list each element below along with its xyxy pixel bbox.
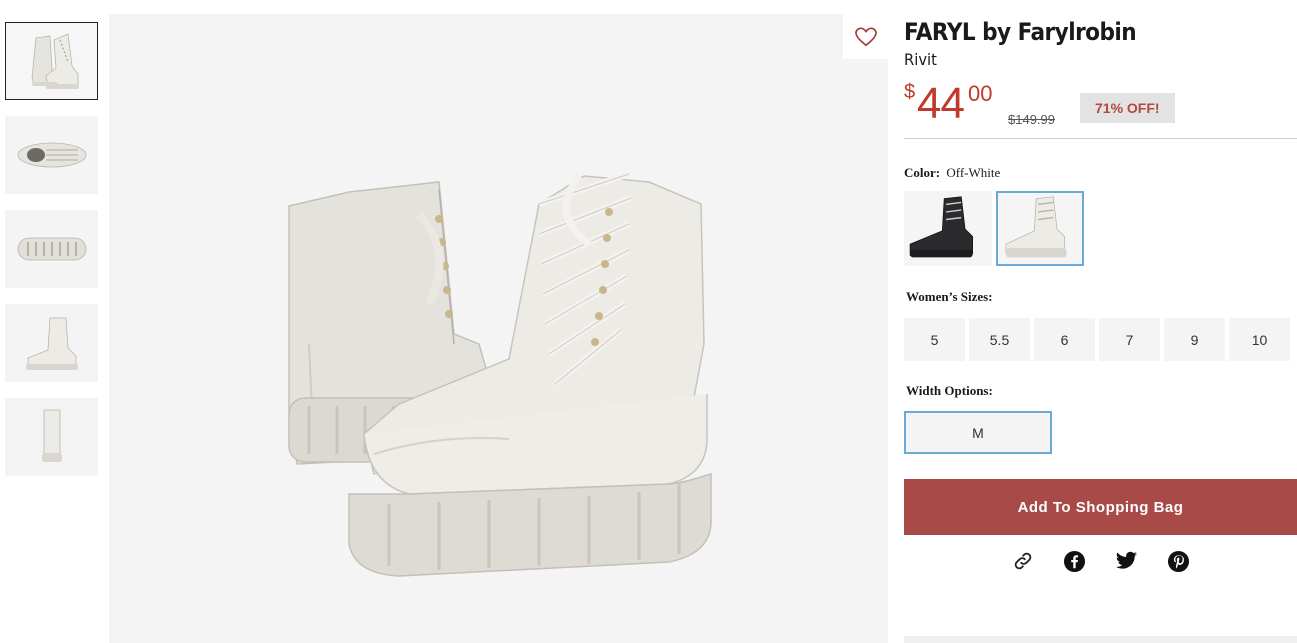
- pinterest-icon[interactable]: [1167, 549, 1191, 573]
- size-option[interactable]: 6: [1034, 318, 1095, 361]
- bottom-divider: [904, 636, 1297, 643]
- size-option[interactable]: 10: [1229, 318, 1290, 361]
- share-bar: [904, 549, 1297, 573]
- main-product-image[interactable]: [109, 14, 888, 643]
- size-option[interactable]: 9: [1164, 318, 1225, 361]
- add-to-bag-button[interactable]: Add To Shopping Bag: [904, 479, 1297, 535]
- thumbnail-4[interactable]: [5, 304, 98, 382]
- size-option[interactable]: 7: [1099, 318, 1160, 361]
- twitter-icon[interactable]: [1115, 549, 1139, 573]
- off-white-boot-swatch-image: [1005, 196, 1067, 258]
- boot-pair-image: [288, 171, 712, 577]
- size-option[interactable]: 5.5: [969, 318, 1030, 361]
- thumbnail-2[interactable]: [5, 116, 98, 194]
- product-details: FARYL by Farylrobin Rivit $ 44 00 $149.9…: [904, 18, 1297, 573]
- swatch-off-white[interactable]: [996, 191, 1084, 266]
- product-brand: FARYL by Farylrobin: [904, 18, 1137, 46]
- wishlist-button[interactable]: [843, 14, 888, 59]
- discount-badge: 71% OFF!: [1080, 93, 1175, 123]
- heart-icon: [854, 27, 877, 46]
- facebook-icon[interactable]: [1063, 549, 1087, 573]
- size-option[interactable]: 5: [904, 318, 965, 361]
- original-price: $149.99: [1008, 112, 1055, 127]
- swatch-black[interactable]: [904, 191, 992, 266]
- color-value: Off-White: [946, 165, 1001, 180]
- thumbnail-list: [5, 22, 98, 492]
- color-label: Color:: [904, 165, 941, 180]
- size-options: 5 5.5 6 7 9 10: [904, 318, 1297, 361]
- width-label: Width Options:: [906, 383, 993, 398]
- width-option[interactable]: M: [904, 411, 1052, 454]
- thumbnail-5[interactable]: [5, 398, 98, 476]
- boot-back-thumbnail: [41, 409, 62, 462]
- sizes-label: Women’s Sizes:: [906, 289, 993, 304]
- price-currency: $: [904, 81, 916, 103]
- boot-side-thumbnail: [25, 317, 78, 370]
- thumbnail-3[interactable]: [5, 210, 98, 288]
- price-row: $ 44 00 $149.99 71% OFF!: [904, 79, 1297, 139]
- boot-pair-thumbnail: [31, 33, 79, 89]
- boot-top-thumbnail: [17, 142, 86, 168]
- boot-sole-thumbnail: [17, 237, 86, 261]
- color-selector-label: Color: Off-White: [904, 165, 1297, 181]
- thumbnail-1[interactable]: [5, 22, 98, 100]
- link-icon[interactable]: [1011, 549, 1035, 573]
- price-dollars: 44: [917, 79, 965, 128]
- price-cents: 00: [968, 81, 993, 106]
- color-swatches: [904, 191, 1297, 266]
- black-boot-swatch-image: [909, 196, 973, 258]
- product-model: Rivit: [904, 50, 937, 69]
